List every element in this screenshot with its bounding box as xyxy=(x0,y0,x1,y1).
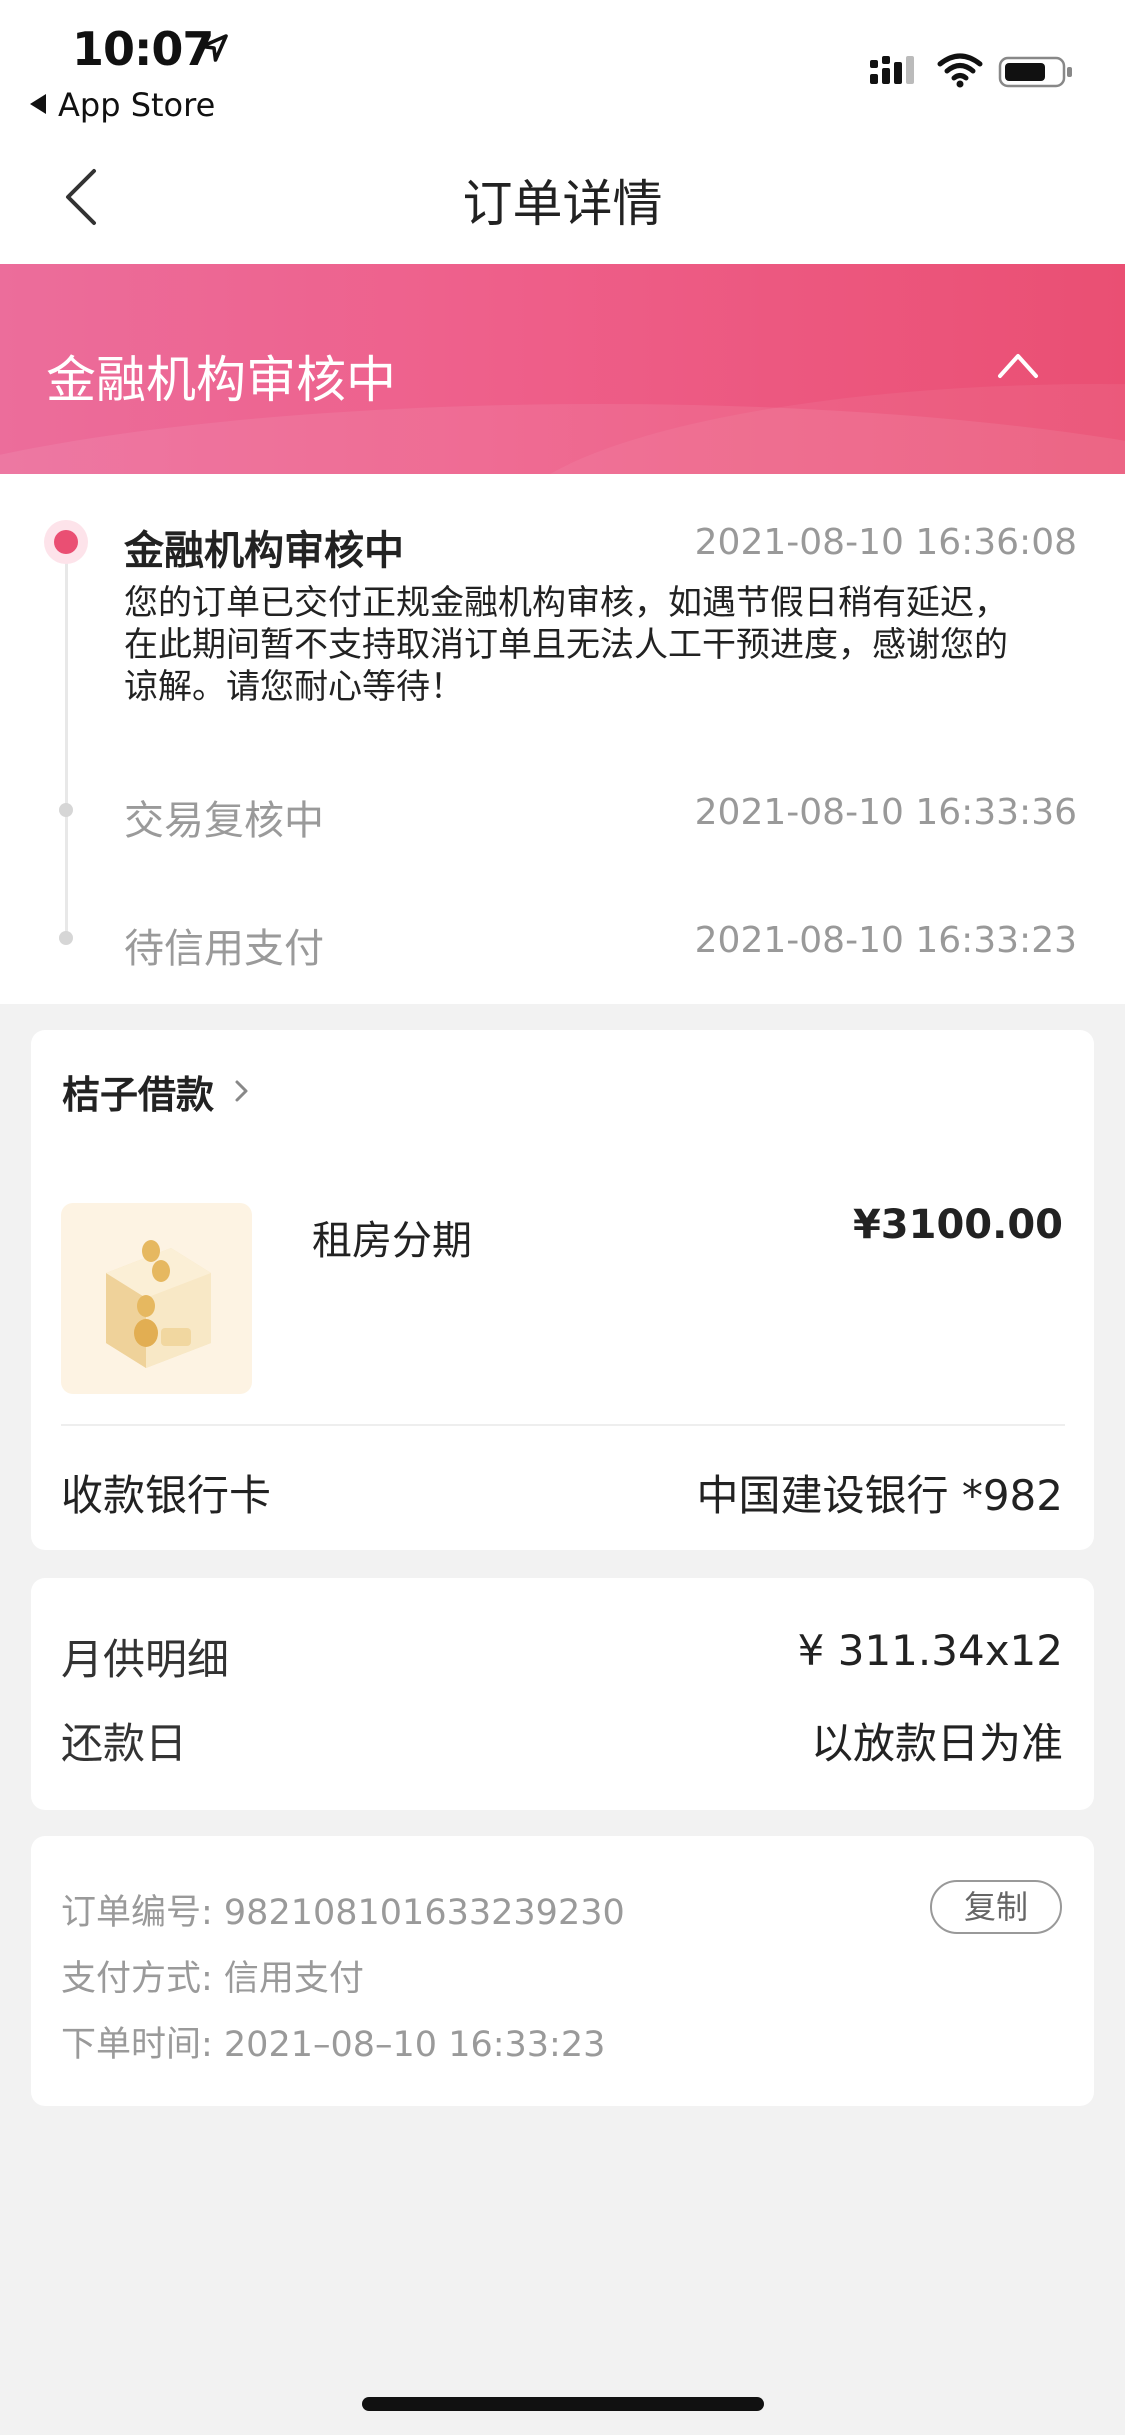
coin-box-icon xyxy=(106,1240,211,1368)
monthly-payment-value: ¥ 311.34x12 xyxy=(797,1626,1063,1675)
timeline-step-time: 2021-08-10 16:33:23 xyxy=(694,920,1077,961)
timeline-dot xyxy=(59,803,73,817)
desc-line: 谅解。请您耐心等待！ xyxy=(124,667,464,707)
timeline-line xyxy=(65,560,68,940)
timeline-step-title: 交易复核中 xyxy=(124,798,324,844)
location-arrow-icon xyxy=(200,34,228,62)
banner-status-text: 金融机构审核中 xyxy=(46,351,396,409)
timeline-step-title: 待信用支付 xyxy=(124,926,324,972)
battery-icon xyxy=(998,56,1072,88)
repayment-day-value: 以放款日为准 xyxy=(810,1719,1063,1768)
bank-card-label: 收款银行卡 xyxy=(61,1471,272,1520)
desc-line: 在此期间暂不支持取消订单且无法人工干预进度，感谢您的 xyxy=(124,625,1008,665)
timeline-step-description: 您的订单已交付正规金融机构审核，如遇节假日稍有延迟， 在此期间暂不支持取消订单且… xyxy=(124,582,1084,708)
cellular-signal-icon xyxy=(870,56,914,84)
desc-line: 您的订单已交付正规金融机构审核，如遇节假日稍有延迟， xyxy=(124,583,1008,623)
merchant-link[interactable]: 桔子借款 xyxy=(62,1064,214,1119)
timeline-step-time: 2021-08-10 16:33:36 xyxy=(694,792,1077,833)
back-app-label: App Store xyxy=(58,86,216,124)
home-indicator xyxy=(362,2397,764,2411)
page-title: 订单详情 xyxy=(462,175,663,233)
repayment-card xyxy=(31,1578,1094,1810)
status-time: 10:07 xyxy=(72,22,214,76)
monthly-payment-label: 月供明细 xyxy=(61,1635,230,1684)
timeline-dot xyxy=(59,931,73,945)
chevron-up-icon[interactable] xyxy=(996,350,1040,380)
timeline-step-time: 2021-08-10 16:36:08 xyxy=(694,522,1077,563)
timeline-dot-active xyxy=(44,520,88,564)
payment-method: 支付方式: 信用支付 xyxy=(61,1959,364,1999)
divider xyxy=(61,1424,1065,1426)
product-image xyxy=(61,1203,252,1394)
chevron-right-icon xyxy=(235,1080,248,1102)
repayment-day-label: 还款日 xyxy=(61,1719,188,1768)
product-price: ¥3100.00 xyxy=(852,1202,1063,1248)
timeline-step-title: 金融机构审核中 xyxy=(124,528,404,574)
order-time: 下单时间: 2021–08–10 16:33:23 xyxy=(61,2025,606,2065)
order-number: 订单编号: 982108101633239230 xyxy=(61,1893,625,1933)
bank-card-value: 中国建设银行 *982 xyxy=(696,1471,1063,1520)
copy-button[interactable]: 复制 xyxy=(930,1880,1062,1934)
wifi-icon xyxy=(937,53,983,88)
product-name: 租房分期 xyxy=(312,1218,472,1264)
back-to-app-store[interactable]: App Store xyxy=(30,86,215,124)
back-triangle-icon xyxy=(30,94,46,114)
